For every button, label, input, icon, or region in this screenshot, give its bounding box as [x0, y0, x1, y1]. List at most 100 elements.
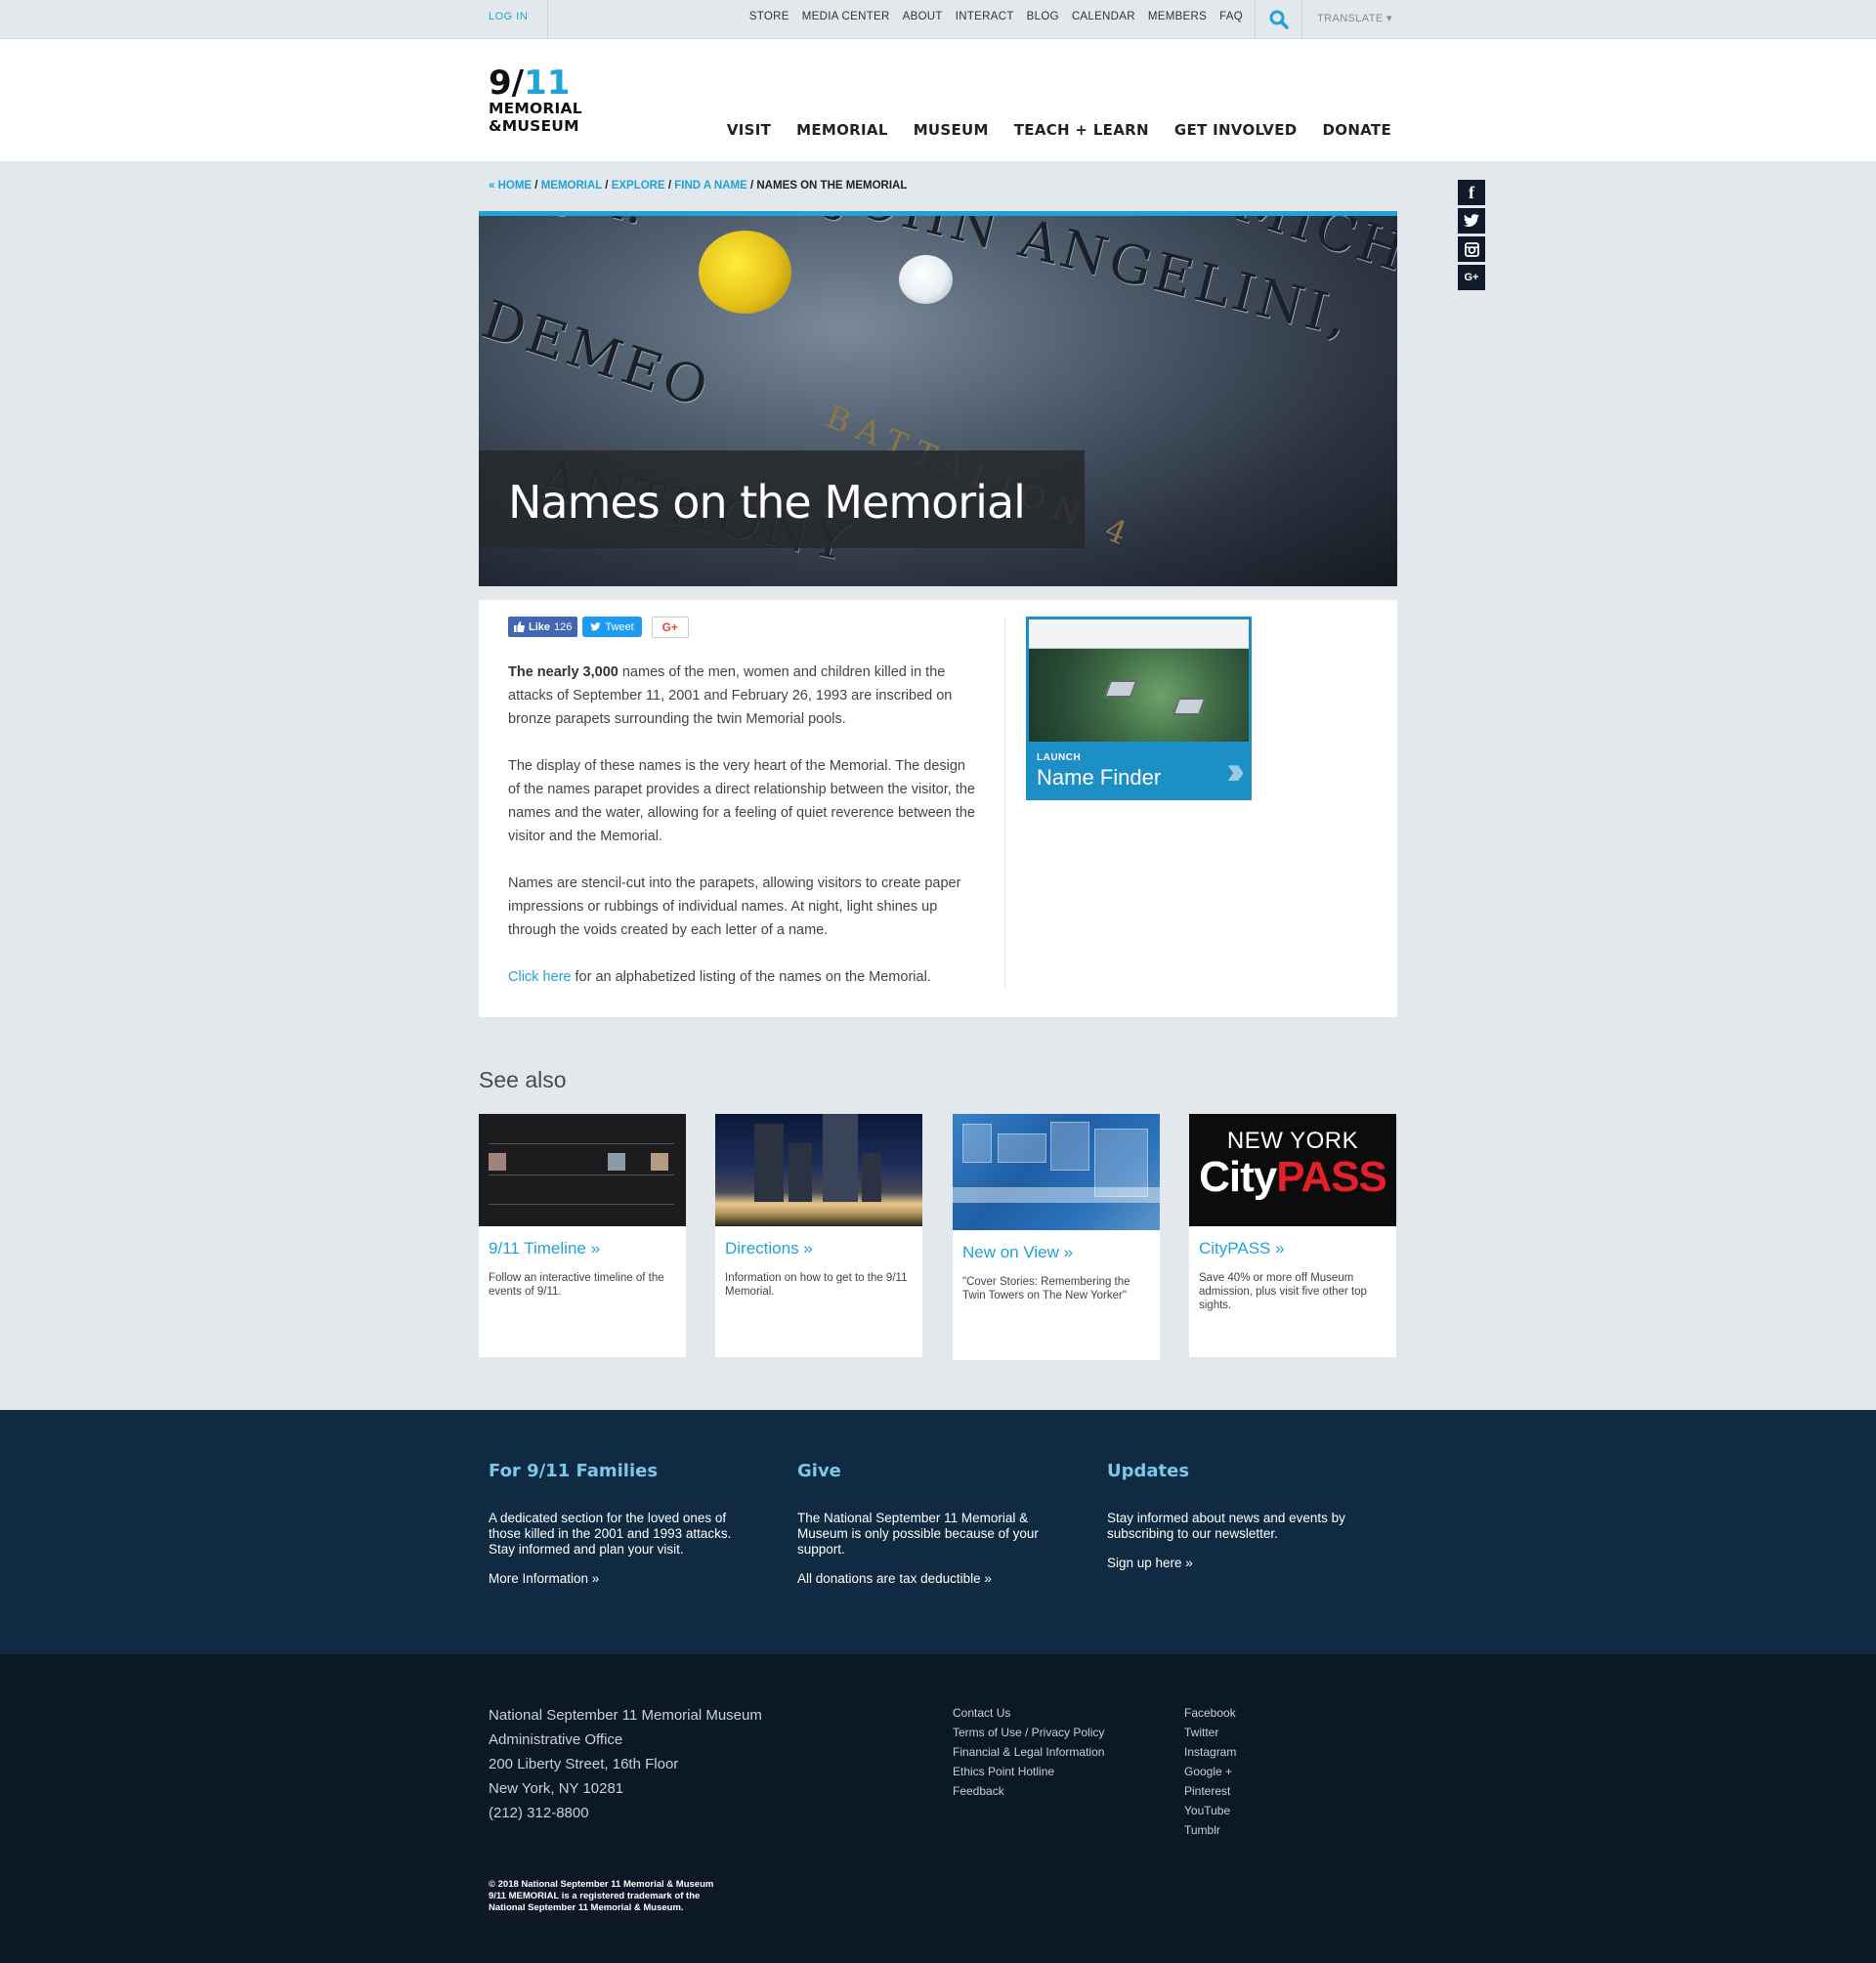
see-also-card-directions[interactable]: Directions » Information on how to get t… [715, 1114, 922, 1357]
google-plus-icon[interactable]: G+ [1458, 265, 1485, 290]
newsletter-signup-link[interactable]: Sign up here » [1107, 1556, 1371, 1570]
families-more-link[interactable]: More Information » [489, 1571, 752, 1586]
name-finder-label: Name Finder [1037, 765, 1162, 789]
instagram-icon[interactable] [1458, 236, 1485, 262]
nav-get-involved[interactable]: GET INVOLVED [1174, 121, 1298, 139]
card-title[interactable]: Directions » [725, 1239, 813, 1259]
building-shape [789, 1143, 812, 1202]
twitter-icon[interactable] [1458, 208, 1485, 234]
footer-link-youtube[interactable]: YouTube [1184, 1801, 1236, 1820]
footer-link-ethics[interactable]: Ethics Point Hotline [953, 1762, 1104, 1781]
card-description: "Cover Stories: Remembering the Twin Tow… [962, 1276, 1130, 1302]
screenshot-header [1029, 619, 1249, 649]
donations-link[interactable]: All donations are tax deductible » [797, 1571, 1061, 1586]
breadcrumb-home[interactable]: « HOME [489, 180, 532, 192]
like-count: 126 [554, 620, 573, 633]
util-link-media-center[interactable]: MEDIA CENTER [802, 11, 890, 22]
breadcrumb-current: NAMES ON THE MEMORIAL [756, 180, 908, 192]
card-title[interactable]: CityPASS » [1199, 1239, 1285, 1259]
footer-link-contact[interactable]: Contact Us [953, 1703, 1104, 1723]
login-link[interactable]: LOG IN [489, 11, 528, 22]
footer-link-twitter[interactable]: Twitter [1184, 1723, 1236, 1742]
photo-thumbnail [651, 1153, 668, 1171]
card-title[interactable]: 9/11 Timeline » [489, 1239, 600, 1259]
google-plus-button[interactable]: G+ [651, 617, 689, 638]
breadcrumb-memorial[interactable]: MEMORIAL [541, 180, 602, 192]
util-link-blog[interactable]: BLOG [1027, 11, 1059, 22]
search-button[interactable] [1255, 0, 1302, 39]
card-description: Save 40% or more off Museum admission, p… [1199, 1272, 1367, 1311]
site-header: 9/11 MEMORIAL &MUSEUM VISIT MEMORIAL MUS… [0, 39, 1876, 161]
footer-link-feedback[interactable]: Feedback [953, 1781, 1104, 1801]
engraved-name: DEMEO [479, 288, 719, 420]
hero-banner: JOSEPH JOHN ANGELINI, JR. DEMEO MICHAEL … [479, 211, 1397, 586]
card-description: Information on how to get to the 9/11 Me… [725, 1272, 908, 1298]
address-line: 200 Liberty Street, 16th Floor [489, 1756, 679, 1772]
util-link-store[interactable]: STORE [749, 11, 789, 22]
name-finder-launch[interactable]: LAUNCH Name Finder ›› [1026, 617, 1252, 800]
footer-link-pinterest[interactable]: Pinterest [1184, 1781, 1236, 1801]
nav-visit[interactable]: VISIT [727, 121, 771, 139]
directions-thumbnail [715, 1114, 922, 1226]
like-label: Like [529, 620, 551, 633]
facebook-icon[interactable]: f [1458, 180, 1485, 205]
search-icon [1269, 10, 1289, 29]
nav-donate[interactable]: DONATE [1323, 121, 1391, 139]
util-link-interact[interactable]: INTERACT [956, 11, 1014, 22]
memorial-aerial-image [1029, 649, 1249, 742]
footer-text: The National September 11 Memorial & Mus… [797, 1511, 1039, 1557]
util-link-members[interactable]: MEMBERS [1148, 11, 1207, 22]
util-link-faq[interactable]: FAQ [1219, 11, 1243, 22]
names-listing-link[interactable]: Click here [508, 969, 571, 985]
name-finder-screenshot [1029, 619, 1249, 742]
footer-links-info: Contact Us Terms of Use / Privacy Policy… [953, 1703, 1104, 1801]
main-nav: VISIT MEMORIAL MUSEUM TEACH + LEARN GET … [727, 121, 1391, 139]
tweet-button[interactable]: Tweet [582, 617, 642, 637]
nav-museum[interactable]: MUSEUM [914, 121, 989, 139]
address-line: Administrative Office [489, 1731, 623, 1748]
footer-link-tumblr[interactable]: Tumblr [1184, 1820, 1236, 1840]
article-paragraph: The display of these names is the very h… [508, 758, 975, 844]
util-link-calendar[interactable]: CALENDAR [1072, 11, 1135, 22]
social-share-sidebar: f G+ [1458, 180, 1485, 293]
article-paragraph: The nearly 3,000 names of the men, women… [508, 664, 953, 727]
footer-bottom: National September 11 Memorial Museum Ad… [0, 1654, 1876, 1963]
utility-bar: LOG IN STORE MEDIA CENTER ABOUT INTERACT… [0, 0, 1876, 39]
citypass-wordmark: CityPASS [1199, 1153, 1387, 1201]
exhibit-panel [962, 1124, 992, 1163]
footer-heading: Updates [1107, 1461, 1190, 1481]
double-chevron-right-icon: ›› [1226, 749, 1244, 792]
building-shape [823, 1114, 858, 1202]
breadcrumb-find-a-name[interactable]: FIND A NAME [674, 180, 747, 192]
footer-link-google-plus[interactable]: Google + [1184, 1762, 1236, 1781]
nav-memorial[interactable]: MEMORIAL [796, 121, 888, 139]
breadcrumb-explore[interactable]: EXPLORE [612, 180, 665, 192]
see-also-card-timeline[interactable]: 9/11 Timeline » Follow an interactive ti… [479, 1114, 686, 1357]
see-also-card-new-on-view[interactable]: New on View » "Cover Stories: Rememberin… [953, 1114, 1160, 1360]
facebook-like-button[interactable]: Like 126 [508, 617, 578, 637]
footer-links-social: Facebook Twitter Instagram Google + Pint… [1184, 1703, 1236, 1840]
translate-dropdown[interactable]: TRANSLATE ▾ [1317, 12, 1392, 24]
footer-text: Stay informed about news and events by s… [1107, 1511, 1345, 1541]
footer-link-instagram[interactable]: Instagram [1184, 1742, 1236, 1762]
util-link-about[interactable]: ABOUT [903, 11, 943, 22]
site-logo[interactable]: 9/11 MEMORIAL &MUSEUM [489, 66, 606, 135]
footer-link-financial[interactable]: Financial & Legal Information [953, 1742, 1104, 1762]
photo-thumbnail [608, 1153, 625, 1171]
card-title[interactable]: New on View » [962, 1243, 1073, 1262]
logo-line-museum: &MUSEUM [489, 117, 579, 135]
copyright-notice: © 2018 National September 11 Memorial & … [489, 1879, 714, 1913]
footer-give: Give The National September 11 Memorial … [797, 1461, 1061, 1586]
footer-link-terms[interactable]: Terms of Use / Privacy Policy [953, 1723, 1104, 1742]
yellow-rose-image [699, 231, 791, 314]
nav-teach-learn[interactable]: TEACH + LEARN [1014, 121, 1149, 139]
footer-link-facebook[interactable]: Facebook [1184, 1703, 1236, 1723]
logo-line-memorial: MEMORIAL [489, 100, 582, 117]
footer-highlights: For 9/11 Families A dedicated section fo… [0, 1410, 1876, 1654]
see-also-card-citypass[interactable]: NEW YORK CityPASS CityPASS » Save 40% or… [1189, 1114, 1396, 1357]
share-buttons: Like 126 Tweet G+ [508, 617, 689, 638]
exhibit-thumbnail [953, 1114, 1160, 1230]
building-shape [754, 1124, 784, 1202]
launch-label: LAUNCH [1037, 752, 1082, 763]
footer-text: A dedicated section for the loved ones o… [489, 1511, 732, 1557]
